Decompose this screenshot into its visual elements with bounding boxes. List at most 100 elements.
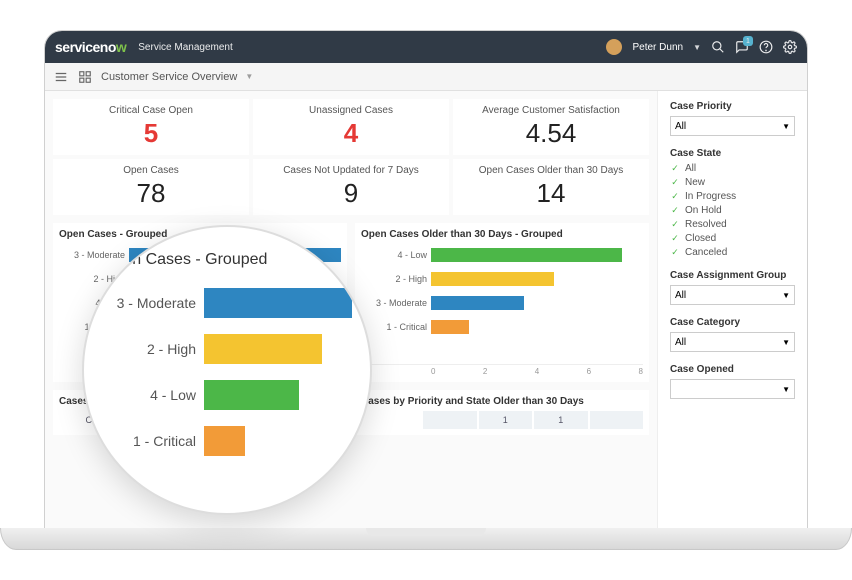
matrix-cell[interactable]: 1	[534, 411, 588, 429]
chevron-down-icon: ▼	[782, 122, 790, 131]
magnifier-bar-track	[204, 426, 352, 456]
filter-case-opened: Case Opened ▼	[670, 364, 795, 399]
bar-row[interactable]: 2 - High	[361, 268, 643, 290]
metrics-grid: Critical Case Open 5 Unassigned Cases4Aver…	[53, 99, 649, 215]
magnifier-bar-track	[204, 380, 352, 410]
bar-fill	[431, 248, 622, 262]
metric-title: Open Cases	[57, 165, 245, 176]
magnifier-bar-row: 3 - Moderate	[102, 283, 352, 323]
chart-open-cases-older-30: Open Cases Older than 30 Days - Grouped …	[355, 223, 649, 382]
user-name[interactable]: Peter Dunn	[632, 42, 683, 53]
brand-text-prefix: serviceno	[55, 39, 116, 55]
metric-value: 4.54	[457, 118, 645, 149]
chevron-down-icon: ▼	[782, 385, 790, 394]
matrix-cell[interactable]	[590, 411, 644, 429]
magnifier-bar-label: 3 - Moderate	[102, 295, 204, 311]
magnifier-content: Open Cases - Grouped 3 - Moderate 2 - Hig…	[84, 227, 370, 491]
magnifier-bar-label: 2 - High	[102, 341, 204, 357]
metric-card[interactable]: Critical Case Open 5	[53, 99, 249, 155]
checkbox-item[interactable]: ✓Resolved	[670, 219, 795, 230]
bar-label: 1 - Critical	[361, 322, 431, 332]
metric-value: 4	[257, 118, 445, 149]
checkbox-label: Canceled	[685, 247, 727, 258]
metric-title: Critical Case Open	[57, 105, 245, 116]
checkbox-item[interactable]: ✓New	[670, 177, 795, 188]
axis-tick: 6	[587, 367, 591, 376]
magnifier-title: Open Cases - Grouped	[102, 251, 352, 269]
check-icon: ✓	[670, 206, 680, 216]
checkbox-item[interactable]: ✓Canceled	[670, 247, 795, 258]
magnifier-bar-row: 1 - Critical	[102, 421, 352, 461]
bar-fill	[431, 320, 469, 334]
matrix-priority-state-older: Cases by Priority and State Older than 3…	[355, 390, 649, 435]
matrix-grid: 11	[361, 411, 643, 429]
category-select[interactable]: All ▼	[670, 332, 795, 352]
matrix-cell[interactable]	[423, 411, 477, 429]
gear-icon[interactable]	[783, 40, 797, 54]
opened-select[interactable]: ▼	[670, 379, 795, 399]
matrix-cell[interactable]: 1	[479, 411, 533, 429]
metric-card[interactable]: Average Customer Satisfaction4.54	[453, 99, 649, 155]
check-icon: ✓	[670, 164, 680, 174]
check-icon: ✓	[670, 234, 680, 244]
check-icon: ✓	[670, 220, 680, 230]
metric-card[interactable]: Open Cases78	[53, 159, 249, 215]
axis-tick: 4	[535, 367, 539, 376]
chevron-down-icon: ▼	[782, 338, 790, 347]
check-icon: ✓	[670, 178, 680, 188]
brand-text-suffix: w	[116, 39, 126, 55]
bar-fill	[431, 272, 554, 286]
filter-case-category: Case Category All ▼	[670, 317, 795, 352]
filter-case-priority: Case Priority All ▼	[670, 101, 795, 136]
grid-icon[interactable]	[77, 69, 93, 85]
checkbox-label: Closed	[685, 233, 716, 244]
checkbox-item[interactable]: ✓In Progress	[670, 191, 795, 202]
bar-row[interactable]: 4 - Low	[361, 244, 643, 266]
notification-badge: 1	[743, 36, 753, 46]
chart-title: Open Cases Older than 30 Days - Grouped	[361, 229, 643, 240]
bar-label: 3 - Moderate	[361, 298, 431, 308]
bar-row[interactable]: 1 - Critical	[361, 316, 643, 338]
chevron-down-icon: ▼	[782, 291, 790, 300]
assignment-select[interactable]: All ▼	[670, 285, 795, 305]
bar-track	[431, 272, 643, 286]
priority-select[interactable]: All ▼	[670, 116, 795, 136]
select-value: All	[675, 290, 686, 301]
help-icon[interactable]	[759, 40, 773, 54]
checkbox-item[interactable]: ✓On Hold	[670, 205, 795, 216]
bar-row[interactable]: 3 - Moderate	[361, 292, 643, 314]
magnifier-bar-fill	[204, 426, 245, 456]
chevron-down-icon[interactable]: ▼	[693, 43, 701, 52]
metric-card[interactable]: Unassigned Cases4	[253, 99, 449, 155]
metric-value: 5	[57, 118, 245, 149]
search-icon[interactable]	[711, 40, 725, 54]
chart-axis: 0 2 4 6 8	[361, 364, 643, 376]
menu-icon[interactable]	[53, 69, 69, 85]
filter-label: Case Assignment Group	[670, 270, 795, 281]
magnifier-bar-track	[204, 288, 352, 318]
axis-tick: 0	[431, 367, 435, 376]
magnifier-bar-fill	[204, 334, 322, 364]
metric-card[interactable]: Cases Not Updated for 7 Days9	[253, 159, 449, 215]
axis-tick: 8	[639, 367, 643, 376]
check-icon: ✓	[670, 192, 680, 202]
checkbox-item[interactable]: ✓ Closed	[670, 233, 795, 244]
chevron-down-icon[interactable]: ▼	[245, 72, 253, 81]
magnifier-bar-label: 4 - Low	[102, 387, 204, 403]
page-title[interactable]: Customer Service Overview	[101, 71, 237, 83]
magnifier-bar-row: 4 - Low	[102, 375, 352, 415]
checkbox-item[interactable]: ✓All	[670, 163, 795, 174]
filter-label: Case Priority	[670, 101, 795, 112]
metric-card[interactable]: Open Cases Older than 30 Days14	[453, 159, 649, 215]
laptop-notch	[366, 528, 486, 536]
chat-icon[interactable]: 1	[735, 40, 749, 54]
filter-panel: Case Priority All ▼ Case State ✓All✓New✓…	[657, 91, 807, 537]
bar-label: 2 - High	[361, 274, 431, 284]
magnifier-bar-label: 1 - Critical	[102, 433, 204, 449]
bar-chart: 4 - Low 2 - High 3 - Moderate 1 - Critical	[361, 244, 643, 364]
axis-tick: 2	[483, 367, 487, 376]
bar-fill	[431, 296, 524, 310]
brand-logo: servicenow	[55, 39, 126, 55]
avatar[interactable]	[606, 39, 622, 55]
bar-label: 4 - Low	[361, 250, 431, 260]
